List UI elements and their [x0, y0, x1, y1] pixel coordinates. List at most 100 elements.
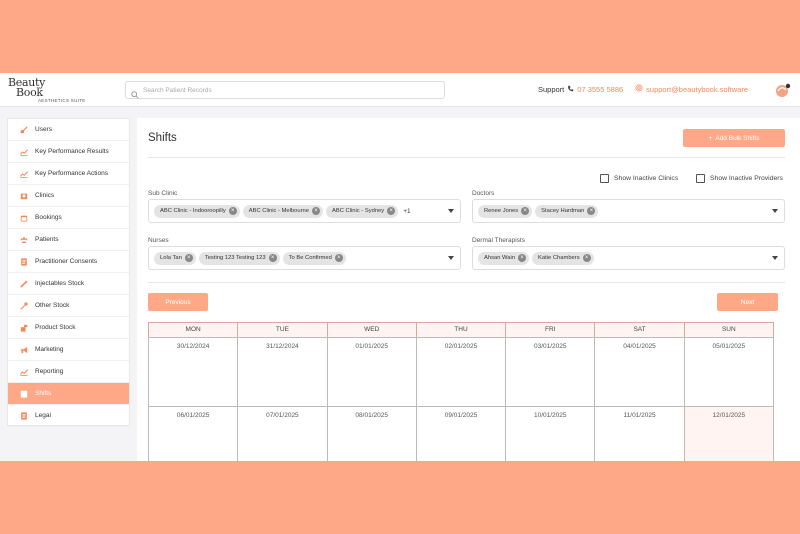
- show-inactive-clinics-checkbox[interactable]: Show Inactive Clinics: [600, 174, 678, 183]
- doctor-chip: Stacey Hardman ×: [535, 204, 599, 218]
- sidebar-item-clinics[interactable]: Clinics: [8, 185, 129, 207]
- sidebar-item-label: Other Stock: [35, 302, 70, 309]
- calendar-day-cell[interactable]: 01/01/2025: [326, 337, 417, 407]
- calendar-header: MON TUE WED THU FRI SAT SUN: [148, 322, 774, 338]
- calendar-day-cell[interactable]: 30/12/2024: [148, 337, 239, 407]
- checkbox-box[interactable]: [600, 174, 609, 183]
- sidebar-item-kpr[interactable]: Key Performance Results: [8, 141, 129, 163]
- nurse-chip: To Be Confirmed ×: [282, 251, 346, 265]
- brand-logo[interactable]: Beauty Book AESTHETICS SUITE: [8, 77, 88, 106]
- chevron-down-icon[interactable]: [448, 209, 454, 213]
- remove-chip-icon[interactable]: ×: [228, 207, 237, 215]
- checkbox-label: Show Inactive Clinics: [614, 175, 679, 182]
- sidebar-item-label: Patients: [35, 236, 59, 243]
- calendar-check-icon: [20, 390, 28, 398]
- sidebar-item-label: Key Performance Actions: [35, 170, 108, 177]
- chart-line-icon: [20, 368, 28, 376]
- user-avatar[interactable]: [775, 82, 791, 98]
- sidebar-item-other-stock[interactable]: Other Stock: [8, 295, 129, 317]
- calendar-day-cell[interactable]: 09/01/2025: [415, 406, 507, 461]
- top-header: Beauty Book AESTHETICS SUITE Support 07 …: [0, 73, 800, 107]
- sidebar-item-label: Users: [35, 126, 52, 133]
- sidebar-item-product-stock[interactable]: Product Stock: [8, 317, 129, 339]
- sidebar-item-label: Product Stock: [35, 324, 76, 331]
- calendar-day-cell[interactable]: 31/12/2024: [237, 337, 328, 407]
- add-bulk-shifts-label: Add Bulk Shifts: [715, 134, 760, 142]
- document-icon: [20, 257, 28, 266]
- sidebar-item-label: Reporting: [35, 368, 64, 375]
- calendar-week: 06/01/2025 07/01/2025 08/01/2025 09/01/2…: [148, 406, 774, 461]
- remove-chip-icon[interactable]: ×: [268, 254, 277, 262]
- remove-chip-icon[interactable]: ×: [521, 207, 530, 215]
- remove-chip-icon[interactable]: ×: [582, 254, 591, 262]
- show-inactive-providers-checkbox[interactable]: Show Inactive Providers: [696, 174, 783, 183]
- previous-button[interactable]: Previous: [148, 293, 208, 311]
- sidebar-item-marketing[interactable]: Marketing: [8, 339, 129, 361]
- search-input[interactable]: [143, 83, 438, 97]
- top-background-band: [0, 0, 800, 73]
- remove-chip-icon[interactable]: ×: [387, 207, 396, 215]
- calendar-day-cell[interactable]: 02/01/2025: [415, 337, 507, 407]
- sidebar-item-patients[interactable]: Patients: [8, 229, 129, 251]
- day-header: MON: [148, 322, 239, 338]
- chip-label: Ahsan Wain: [484, 255, 516, 261]
- calendar-week: 30/12/2024 31/12/2024 01/01/2025 02/01/2…: [148, 337, 774, 407]
- remove-chip-icon[interactable]: ×: [518, 254, 527, 262]
- calendar-day-cell[interactable]: 06/01/2025: [148, 406, 239, 461]
- chevron-down-icon[interactable]: [772, 209, 778, 213]
- doctors-select[interactable]: Renee Jones × Stacey Hardman ×: [472, 199, 785, 223]
- sidebar-item-bookings[interactable]: Bookings: [8, 207, 129, 229]
- bottom-background-band: [0, 461, 800, 534]
- dropper-icon: [20, 301, 28, 310]
- sidebar-item-label: Shifts: [35, 390, 52, 397]
- filters-divider: [148, 282, 785, 283]
- remove-chip-icon[interactable]: ×: [184, 254, 193, 262]
- calendar-day-cell[interactable]: 07/01/2025: [237, 406, 328, 461]
- page-title: Shifts: [148, 132, 177, 144]
- plus-icon: +: [708, 134, 713, 142]
- sub-clinic-chip: ABC Clinic - Indooroopilly ×: [154, 204, 240, 218]
- calendar-day-cell[interactable]: 11/01/2025: [594, 406, 685, 461]
- chevron-down-icon[interactable]: [772, 256, 778, 260]
- sidebar-item-reporting[interactable]: Reporting: [8, 361, 129, 383]
- calendar-day-cell[interactable]: 05/01/2025: [683, 337, 774, 407]
- megaphone-icon: [20, 346, 28, 354]
- calendar-day-cell[interactable]: 08/01/2025: [326, 406, 417, 461]
- add-bulk-shifts-button[interactable]: + Add Bulk Shifts: [683, 129, 785, 147]
- search-box[interactable]: [125, 81, 445, 99]
- calendar-day-cell-today[interactable]: 12/01/2025: [683, 406, 774, 461]
- support-phone[interactable]: 07 3555 5886: [577, 85, 623, 94]
- calendar-icon: [20, 214, 28, 222]
- sub-clinic-select[interactable]: ABC Clinic - Indooroopilly × ABC Clinic -…: [148, 199, 461, 223]
- chip-label: ABC Clinic - Indooroopilly: [160, 208, 226, 214]
- remove-chip-icon[interactable]: ×: [587, 207, 596, 215]
- chip-label: ABC Clinic - Melbourne: [248, 208, 309, 214]
- calendar-day-cell[interactable]: 03/01/2025: [505, 337, 596, 407]
- sub-clinic-label: Sub Clinic: [148, 190, 178, 197]
- syringe-icon: [20, 279, 28, 288]
- remove-chip-icon[interactable]: ×: [311, 207, 320, 215]
- support-info: Support 07 3555 5886 support@beautybook.…: [538, 84, 748, 94]
- sidebar-item-legal[interactable]: Legal: [8, 405, 129, 427]
- nurse-chip: Testing 123 Testing 123 ×: [198, 251, 280, 265]
- calendar-day-cell[interactable]: 04/01/2025: [594, 337, 685, 407]
- support-email[interactable]: support@beautybook.software: [646, 85, 748, 94]
- checkbox-box[interactable]: [696, 174, 705, 183]
- sidebar-item-label: Legal: [35, 412, 51, 419]
- sidebar-item-shifts[interactable]: Shifts: [8, 383, 129, 405]
- chevron-down-icon[interactable]: [448, 256, 454, 260]
- next-button[interactable]: Next: [717, 293, 778, 311]
- sub-clinic-chip: ABC Clinic - Melbourne ×: [242, 204, 323, 218]
- shift-calendar: MON TUE WED THU FRI SAT SUN 30/12/2024 3…: [148, 322, 774, 461]
- sidebar-item-injectables[interactable]: Injectables Stock: [8, 273, 129, 295]
- remove-chip-icon[interactable]: ×: [334, 254, 343, 262]
- sidebar-item-kpa[interactable]: Key Performance Actions: [8, 163, 129, 185]
- nurses-select[interactable]: Lola Tan × Testing 123 Testing 123 × To Be…: [148, 246, 461, 270]
- search-icon: [131, 86, 139, 104]
- dermal-therapists-select[interactable]: Ahsan Wain × Katie Chambers ×: [472, 246, 785, 270]
- chip-label: Renee Jones: [484, 208, 519, 214]
- sidebar-item-label: Marketing: [35, 346, 64, 353]
- sidebar-item-users[interactable]: Users: [8, 119, 129, 141]
- sidebar-item-consents[interactable]: Practitioner Consents: [8, 251, 129, 273]
- calendar-day-cell[interactable]: 10/01/2025: [505, 406, 596, 461]
